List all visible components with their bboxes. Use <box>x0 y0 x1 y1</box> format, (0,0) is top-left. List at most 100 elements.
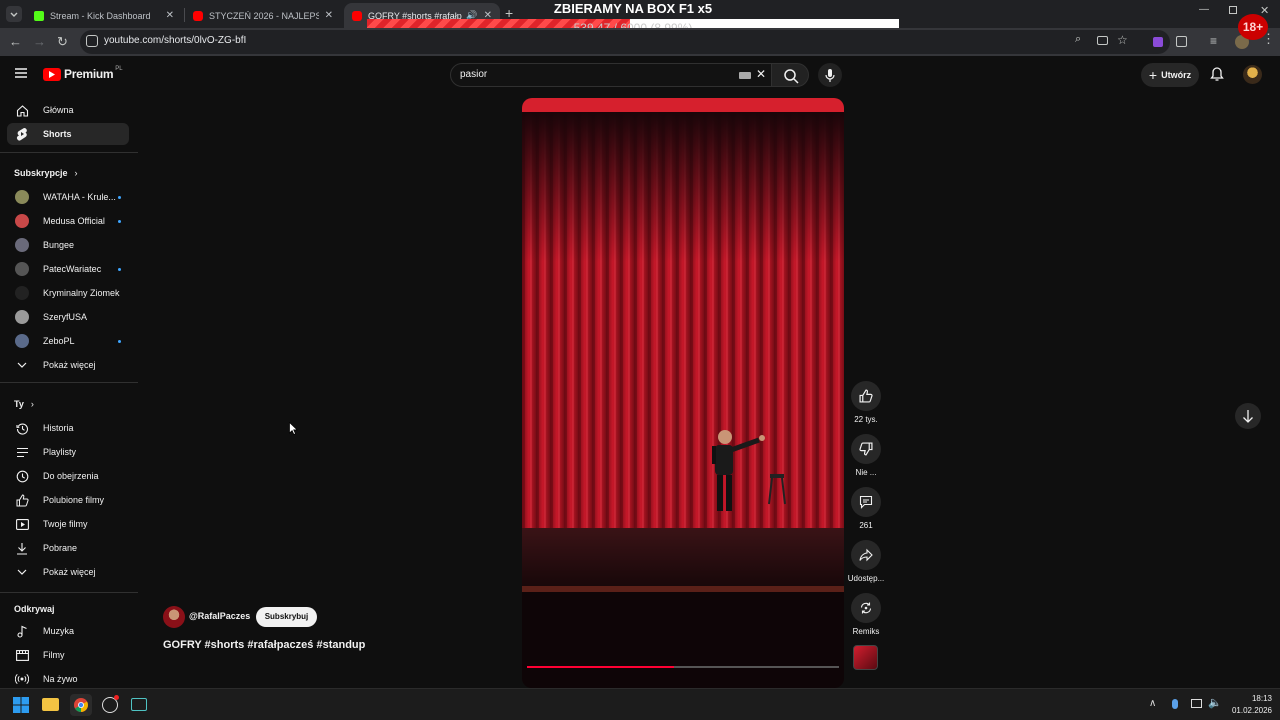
sidebar-item-subscription[interactable]: Kryminalny Ziomek <box>7 282 129 304</box>
channel-name[interactable]: @RafalPaczes <box>189 611 250 621</box>
maximize-button[interactable] <box>1229 6 1237 14</box>
sidebar-item-movies[interactable]: Filmy <box>7 644 129 666</box>
windows-taskbar: ∧ 🔈 18:13 01.02.2026 <box>0 688 1280 720</box>
short-video-player[interactable] <box>522 98 844 688</box>
url-text[interactable]: youtube.com/shorts/0lvO-ZG-bfI <box>104 35 246 46</box>
sidebar-item-home[interactable]: Główna <box>7 99 129 121</box>
chevron-right-icon: › <box>30 399 34 409</box>
home-icon <box>15 103 29 117</box>
sidebar-item-subscription[interactable]: Bungee <box>7 234 129 256</box>
chevron-down-icon <box>10 12 18 17</box>
display-tray-icon[interactable] <box>1191 699 1202 708</box>
search-box[interactable]: pasior ✕ <box>450 63 772 87</box>
short-title[interactable]: GOFRY #shorts #rafałpacześ #standup <box>163 639 365 651</box>
extensions-puzzle-icon[interactable] <box>1176 36 1187 47</box>
youtube-favicon-icon <box>352 10 362 21</box>
back-icon[interactable]: ← <box>9 28 22 56</box>
like-button[interactable] <box>851 381 881 411</box>
keyboard-icon[interactable] <box>739 72 751 79</box>
liked-icon <box>15 493 29 507</box>
forward-icon[interactable]: → <box>33 28 46 56</box>
sidebar-item-subscription[interactable]: Medusa Official <box>7 210 129 232</box>
sidebar-item-your-videos[interactable]: Twoje filmy <box>7 513 129 535</box>
kick-favicon-icon <box>34 10 44 21</box>
notifications-bell-icon[interactable] <box>1210 66 1224 82</box>
subscriptions-heading[interactable]: Subskrypcje › <box>14 168 78 178</box>
comments-action[interactable]: 261 <box>851 487 881 530</box>
tray-expand-icon[interactable]: ∧ <box>1149 698 1156 709</box>
short-progress-fill[interactable] <box>527 666 674 668</box>
subscription-label: PatecWariatec <box>43 264 102 274</box>
voice-search-button[interactable] <box>818 63 842 87</box>
address-bar[interactable]: youtube.com/shorts/0lvO-ZG-bfI ⌕ ☆ <box>80 30 1170 54</box>
remix-button[interactable] <box>851 593 881 623</box>
comments-button[interactable] <box>851 487 881 517</box>
search-input[interactable]: pasior <box>460 69 487 80</box>
clock[interactable]: 18:13 01.02.2026 <box>1222 693 1272 717</box>
age-badge-text: 18+ <box>1242 20 1264 34</box>
cast-icon[interactable] <box>1097 36 1108 45</box>
next-short-button[interactable] <box>1235 403 1261 429</box>
tab-search-button[interactable] <box>6 6 22 22</box>
dislike-button[interactable] <box>851 434 881 464</box>
explore-heading: Odkrywaj <box>14 604 55 614</box>
sidebar-item-live[interactable]: Na żywo <box>7 668 129 690</box>
chrome-taskbar-icon[interactable] <box>70 694 92 716</box>
file-explorer-icon[interactable] <box>42 698 59 711</box>
account-avatar[interactable] <box>1243 65 1262 84</box>
subscription-label: Bungee <box>43 240 75 250</box>
minimize-button[interactable]: — <box>1199 4 1209 15</box>
sidebar-item-subscription[interactable]: ZeboPL <box>7 330 129 352</box>
bookmark-star-icon[interactable]: ☆ <box>1117 33 1128 47</box>
extension-purple-icon[interactable] <box>1153 37 1163 47</box>
dislike-action[interactable]: Nie ... <box>851 434 881 477</box>
browser-toolbar: ← → ↻ youtube.com/shorts/0lvO-ZG-bfI ⌕ ☆… <box>0 28 1280 56</box>
microphone-tray-icon[interactable] <box>1172 699 1178 709</box>
remix-action[interactable]: Remiks <box>851 593 881 636</box>
create-button[interactable]: + Utwórz <box>1141 63 1199 87</box>
share-button[interactable] <box>851 540 881 570</box>
youtube-logo[interactable]: Premium PL <box>43 66 123 81</box>
close-tab-icon[interactable]: ✕ <box>166 10 174 21</box>
dislike-label: Nie ... <box>855 468 877 477</box>
reading-list-icon[interactable]: ≡ <box>1210 34 1217 48</box>
like-action[interactable]: 22 tys. <box>851 381 881 424</box>
tab-kick-dashboard[interactable]: Stream - Kick Dashboard ✕ <box>26 3 182 28</box>
subscriptions-show-more[interactable]: Pokaż więcej <box>7 354 129 376</box>
you-heading[interactable]: Ty › <box>14 399 34 409</box>
you-show-more[interactable]: Pokaż więcej <box>7 561 129 583</box>
share-action[interactable]: Udostęp... <box>848 540 884 583</box>
windows-start-icon[interactable] <box>13 697 29 713</box>
sidebar-item-subscription[interactable]: PatecWariatec <box>7 258 129 280</box>
close-tab-icon[interactable]: ✕ <box>325 10 333 21</box>
sidebar-item-shorts[interactable]: Shorts <box>7 123 129 145</box>
sidebar-item-playlists[interactable]: Playlisty <box>7 441 129 463</box>
reload-icon[interactable]: ↻ <box>57 28 68 56</box>
notification-dot <box>114 695 119 700</box>
close-window-button[interactable]: ✕ <box>1260 4 1269 17</box>
tab-styczen[interactable]: STYCZEŃ 2026 - NAJLEPSZA KL ✕ <box>185 3 341 28</box>
sidebar-item-music[interactable]: Muzyka <box>7 620 129 642</box>
clear-search-icon[interactable]: ✕ <box>756 67 766 81</box>
channel-avatar <box>15 286 29 300</box>
terminal-taskbar-icon[interactable] <box>131 698 147 711</box>
sidebar-item-watch-later[interactable]: Do obejrzenia <box>7 465 129 487</box>
site-info-icon[interactable] <box>86 35 98 47</box>
hamburger-menu-icon[interactable] <box>14 66 28 80</box>
clock-date: 01.02.2026 <box>1231 706 1272 715</box>
volume-tray-icon[interactable]: 🔈 <box>1208 696 1222 709</box>
search-button[interactable] <box>771 63 809 87</box>
sound-thumbnail[interactable] <box>853 645 878 670</box>
channel-avatar[interactable] <box>163 606 185 628</box>
chevron-right-icon: › <box>74 168 78 178</box>
sidebar-item-downloads[interactable]: Pobrane <box>7 537 129 559</box>
sidebar-item-subscription[interactable]: SzeryfUSA <box>7 306 129 328</box>
sidebar-item-history[interactable]: Historia <box>7 417 129 439</box>
logo-region-text: PL <box>115 66 123 72</box>
zoom-icon[interactable]: ⌕ <box>1075 33 1081 46</box>
mouse-cursor-icon <box>289 422 298 435</box>
sidebar-item-liked[interactable]: Polubione filmy <box>7 489 129 511</box>
subscribe-button[interactable]: Subskrybuj <box>256 607 317 627</box>
sidebar-item-subscription[interactable]: WATAHA - Krule... <box>7 186 129 208</box>
channel-avatar <box>15 334 29 348</box>
